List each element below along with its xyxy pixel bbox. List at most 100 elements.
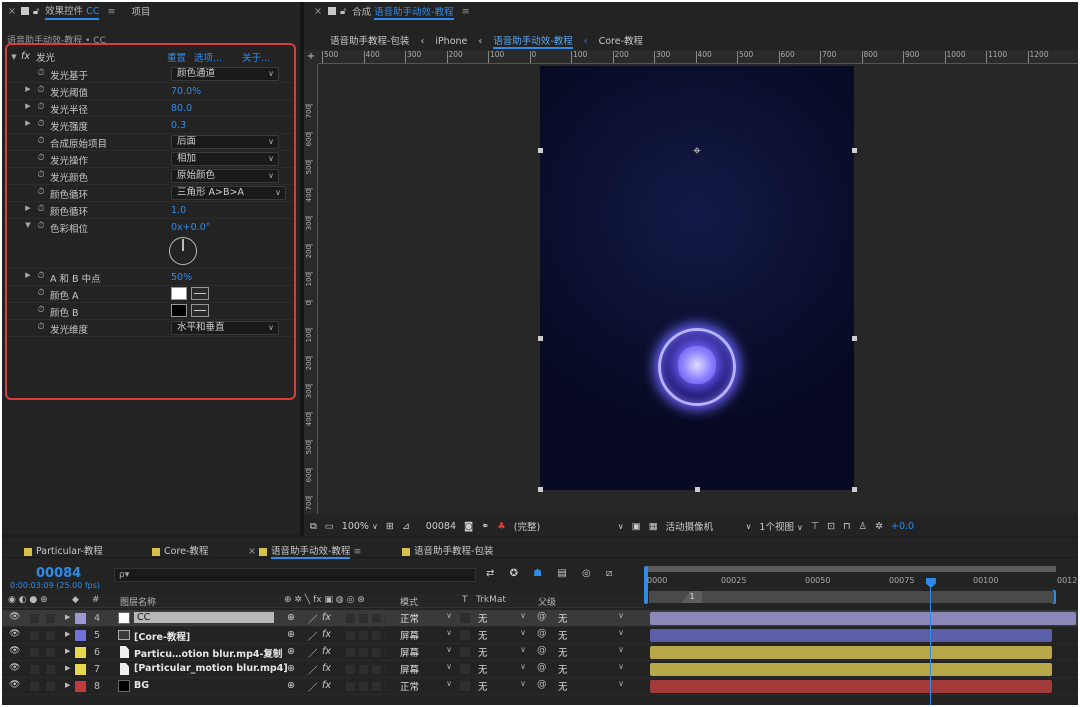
viewer-timecode[interactable]: 00084 — [426, 521, 456, 532]
chevron-down-icon[interactable]: ∨ — [618, 522, 624, 531]
color-swatch[interactable] — [171, 304, 187, 317]
layer-row[interactable]: 👁︎ ▶ 5 [Core-教程] ⊕ ／ fx 屏幕 ∨ 无 ∨ @ 无 ∨ — [2, 627, 1078, 644]
close-icon[interactable]: × — [314, 6, 322, 17]
preserve-transparency-box[interactable] — [460, 630, 470, 640]
switch-boxes[interactable] — [346, 614, 386, 623]
property-dropdown[interactable]: 原始颜色 ∨ — [171, 169, 279, 183]
draft-3d-icon[interactable]: ✪ — [510, 568, 518, 579]
pickwhip-icon[interactable]: @ — [537, 645, 547, 656]
trkmat-dropdown[interactable]: 无 ∨ — [478, 645, 528, 659]
stopwatch-icon[interactable]: ⏱︎ — [35, 204, 47, 214]
switch-boxes[interactable] — [346, 665, 386, 674]
zoom-select[interactable]: 100% ∨ — [342, 521, 378, 532]
lock-toggle[interactable] — [46, 665, 55, 674]
pickwhip-icon[interactable]: @ — [537, 628, 547, 639]
eye-icon[interactable]: 👁︎ — [9, 663, 20, 673]
solo-toggle[interactable] — [30, 648, 39, 657]
preserve-transparency-box[interactable] — [460, 664, 470, 674]
fx-switch-icon[interactable]: fx — [322, 629, 331, 640]
views-select[interactable]: 1个视图 ∨ — [759, 519, 802, 533]
camera-icon[interactable]: ◙ — [464, 521, 473, 532]
shy-switch-icon[interactable]: ⊕ — [287, 680, 295, 691]
eye-icon[interactable]: 👁︎ — [9, 629, 20, 639]
layer-row[interactable]: 👁︎ ▶ 8 BG ⊕ ／ fx 正常 ∨ 无 ∨ @ 无 ∨ — [2, 678, 1078, 695]
quality-switch-icon[interactable]: ／ — [308, 646, 318, 660]
timeline-tab[interactable]: 语音助手教程-包装 — [402, 543, 493, 557]
timeline-tab[interactable]: Particular-教程 — [24, 543, 103, 557]
expand-triangle-icon[interactable]: ▶ — [21, 271, 35, 279]
preserve-transparency-box[interactable] — [460, 613, 470, 623]
monitor-icon[interactable]: ▭ — [325, 521, 334, 532]
layer-duration-bar[interactable] — [650, 629, 1052, 642]
eye-icon[interactable]: 👁︎ — [9, 680, 20, 690]
fx-icon[interactable]: fx — [21, 51, 30, 62]
layer-name[interactable]: Particu…otion blur.mp4-复制 — [134, 646, 282, 660]
effect-property-row[interactable]: ⏱︎ 发光操作 相加 ∨ — [7, 151, 294, 168]
mode-dropdown[interactable]: 正常 ∨ — [400, 611, 454, 625]
expand-triangle-icon[interactable]: ▶ — [21, 102, 35, 110]
stopwatch-icon[interactable]: ⏱︎ — [35, 170, 47, 180]
selection-handle[interactable] — [538, 487, 543, 492]
stopwatch-icon[interactable]: ⏱︎ — [35, 85, 47, 95]
lock-icon[interactable]: 🔓︎ — [33, 6, 39, 17]
tab-project[interactable]: 项目 — [131, 4, 150, 18]
transparency-grid-icon[interactable]: ▦ — [649, 521, 658, 532]
anchor-point-icon[interactable]: ⌖ — [690, 144, 704, 158]
effect-property-row[interactable]: ⏱︎ 颜色 A — [7, 286, 294, 303]
selection-handle[interactable] — [852, 336, 857, 341]
expand-triangle-icon[interactable]: ▼ — [21, 221, 35, 229]
solo-toggle[interactable] — [30, 614, 39, 623]
time-ruler[interactable]: 0000 00025 00050 00075 00100 0012 — [647, 574, 1078, 590]
effect-options-link[interactable]: 选项... — [194, 50, 222, 64]
effect-property-row[interactable]: ⏱︎ 发光基于 颜色通道 ∨ — [7, 66, 294, 83]
timeline-tab[interactable]: × 语音助手动效-教程 ≡ — [248, 543, 361, 559]
graph-editor-icon[interactable]: ⧄ — [606, 568, 612, 579]
trkmat-dropdown[interactable]: 无 ∨ — [478, 662, 528, 676]
flowchart-icon[interactable]: ♙ — [859, 521, 868, 532]
selection-handle[interactable] — [695, 487, 700, 492]
stopwatch-icon[interactable]: ⏱︎ — [35, 136, 47, 146]
lock-toggle[interactable] — [46, 614, 55, 623]
fx-switch-icon[interactable]: fx — [322, 663, 331, 674]
expand-triangle-icon[interactable]: ▶ — [65, 647, 70, 655]
shy-icon[interactable]: ☗ — [533, 568, 542, 579]
parent-dropdown[interactable]: 无 ∨ — [558, 628, 626, 642]
work-area-bar[interactable] — [649, 591, 1054, 603]
crumb-2[interactable]: 语音助手动效-教程 — [493, 36, 573, 49]
shy-switch-icon[interactable]: ⊕ — [287, 646, 295, 657]
preserve-transparency-box[interactable] — [460, 647, 470, 657]
tab-composition[interactable]: 合成 语音助手动效-教程 — [352, 4, 454, 20]
parent-dropdown[interactable]: 无 ∨ — [558, 662, 626, 676]
stopwatch-icon[interactable]: ⏱︎ — [35, 187, 47, 197]
toggle-pixel-aspect-icon[interactable]: ⊤ — [811, 521, 819, 532]
color-swatch[interactable] — [171, 287, 187, 300]
property-value[interactable]: 50% — [171, 272, 192, 283]
stopwatch-icon[interactable]: ⏱︎ — [35, 119, 47, 129]
lock-toggle[interactable] — [46, 682, 55, 691]
expand-triangle-icon[interactable]: ▶ — [65, 664, 70, 672]
property-value[interactable]: 0.3 — [171, 120, 186, 131]
playhead[interactable] — [925, 578, 936, 705]
selection-handle[interactable] — [538, 148, 543, 153]
fx-switch-icon[interactable]: fx — [322, 680, 331, 691]
property-value[interactable]: 0x+0.0° — [171, 222, 210, 233]
mode-dropdown[interactable]: 屏幕 ∨ — [400, 628, 454, 642]
pickwhip-icon[interactable]: @ — [537, 679, 547, 690]
fx-switch-icon[interactable]: fx — [322, 646, 331, 657]
collapse-triangle-icon[interactable]: ▼ — [7, 53, 21, 61]
effect-property-row[interactable]: ▶ ⏱︎ 发光强度 0.3 — [7, 117, 294, 134]
shy-switch-icon[interactable]: ⊕ — [287, 663, 295, 674]
layer-name[interactable]: [Core-教程] — [134, 629, 190, 643]
effect-property-row[interactable]: ▶ ⏱︎ 发光阈值 70.0% — [7, 83, 294, 100]
close-icon[interactable]: × — [8, 6, 16, 17]
layer-row[interactable]: 👁︎ ▶ 6 Particu…otion blur.mp4-复制 ⊕ ／ fx 屏幕 ∨ 无 ∨ @ 无… — [2, 644, 1078, 661]
property-dropdown[interactable]: 相加 ∨ — [171, 152, 279, 166]
fast-preview-icon[interactable]: ⊡ — [827, 521, 835, 532]
parent-dropdown[interactable]: 无 ∨ — [558, 611, 626, 625]
effect-property-row[interactable]: ▶ ⏱︎ A 和 B 中点 50% — [7, 269, 294, 286]
property-value[interactable]: 80.0 — [171, 103, 192, 114]
exposure-value[interactable]: +0.0 — [891, 521, 914, 532]
stopwatch-icon[interactable]: ⏱︎ — [35, 153, 47, 163]
expand-triangle-icon[interactable]: ▶ — [65, 630, 70, 638]
frame-blending-icon[interactable]: ▤ — [557, 568, 566, 579]
